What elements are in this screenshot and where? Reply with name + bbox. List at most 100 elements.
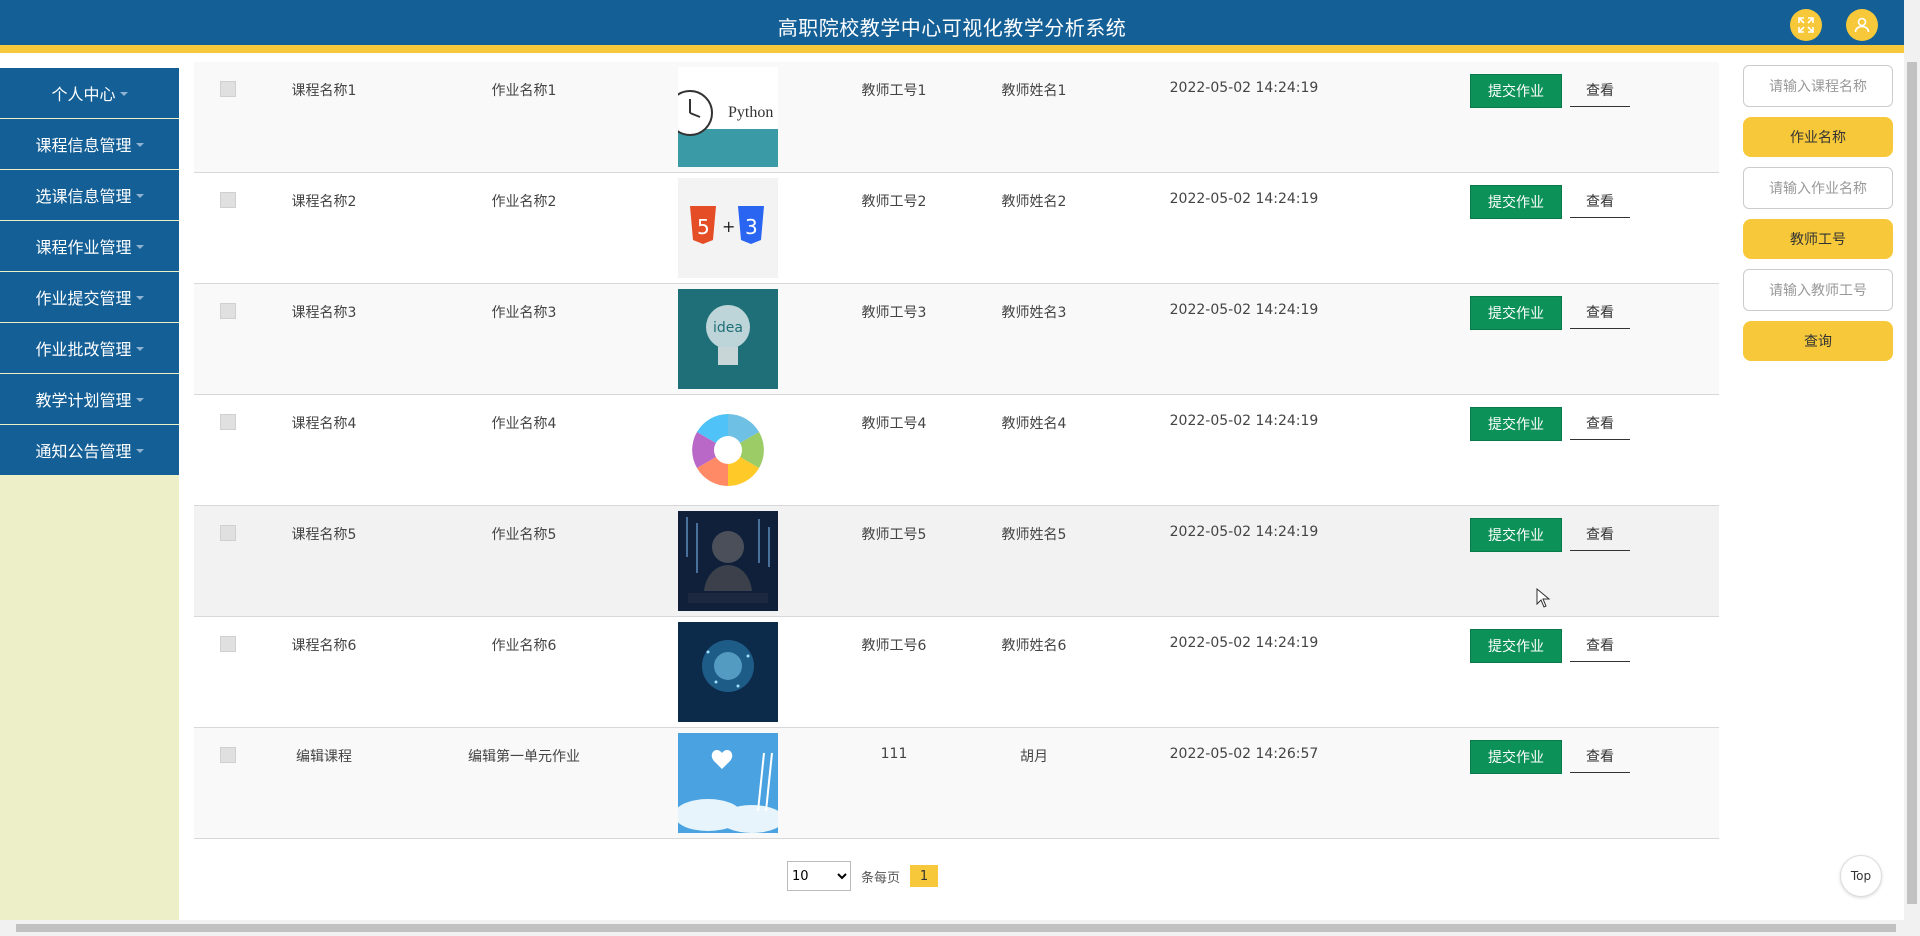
user-button[interactable] — [1846, 9, 1878, 41]
homework-name: 编辑第一单元作业 — [468, 749, 580, 765]
chevron-down-icon — [135, 449, 144, 453]
created-time: 2022-05-02 14:26:57 — [1169, 746, 1319, 762]
homework-image — [678, 400, 778, 500]
submit-homework-button[interactable]: 提交作业 — [1470, 518, 1562, 552]
created-time: 2022-05-02 14:24:19 — [1169, 413, 1319, 429]
horizontal-scrollbar[interactable] — [0, 920, 1904, 936]
sidebar-item-label: 作业提交管理 — [35, 289, 132, 308]
per-page-label: 条每页 — [861, 870, 901, 886]
created-time: 2022-05-02 14:24:19 — [1169, 635, 1319, 651]
submit-homework-button[interactable]: 提交作业 — [1470, 74, 1562, 108]
table-row: 课程名称5 作业名称5 教师工号5 教师姓名5 2022-05-02 14:24… — [194, 506, 1719, 617]
teacher-name: 教师姓名3 — [1001, 305, 1067, 321]
course-name-input[interactable]: 请输入课程名称 — [1743, 65, 1893, 107]
chevron-down-icon — [135, 194, 144, 198]
course-name: 课程名称2 — [291, 194, 357, 210]
view-button[interactable]: 查看 — [1570, 74, 1630, 107]
sidebar-item-homework-grading[interactable]: 作业批改管理 — [0, 323, 179, 373]
page-size-select[interactable]: 10 — [787, 861, 851, 891]
submit-homework-button[interactable]: 提交作业 — [1470, 629, 1562, 663]
created-time: 2022-05-02 14:24:19 — [1169, 302, 1319, 318]
row-checkbox[interactable] — [220, 747, 236, 763]
sidebar-item-label: 个人中心 — [51, 85, 116, 104]
created-time: 2022-05-02 14:24:19 — [1169, 80, 1319, 96]
row-checkbox[interactable] — [220, 192, 236, 208]
teacher-name: 教师姓名6 — [1001, 638, 1067, 654]
row-checkbox[interactable] — [220, 303, 236, 319]
homework-name: 作业名称1 — [491, 83, 557, 99]
view-button[interactable]: 查看 — [1570, 296, 1630, 329]
created-time: 2022-05-02 14:24:19 — [1169, 191, 1319, 207]
page-number-button[interactable]: 1 — [910, 865, 939, 887]
homework-image — [678, 733, 778, 833]
view-button[interactable]: 查看 — [1570, 407, 1630, 440]
view-button[interactable]: 查看 — [1570, 740, 1630, 773]
homework-name-input[interactable]: 请输入作业名称 — [1743, 167, 1893, 209]
table-row: 课程名称4 作业名称4 教师工号4 教师姓名4 2022-05-02 14:24… — [194, 395, 1719, 506]
teacher-name: 胡月 — [1020, 749, 1048, 765]
scrollbar-thumb[interactable] — [16, 924, 1896, 932]
sidebar-item-label: 选课信息管理 — [35, 187, 132, 206]
homework-name: 作业名称5 — [491, 527, 557, 543]
sidebar-item-notice[interactable]: 通知公告管理 — [0, 425, 179, 475]
sidebar-item-course-homework[interactable]: 课程作业管理 — [0, 221, 179, 271]
submit-homework-button[interactable]: 提交作业 — [1470, 407, 1562, 441]
table-row: 课程名称1 作业名称1 Python 教师工号1 教师姓名1 2022-05-0… — [194, 62, 1719, 173]
homework-image: idea — [678, 289, 778, 389]
sidebar-item-personal-center[interactable]: 个人中心 — [0, 68, 179, 118]
table-row: 课程名称2 作业名称2 5 +3 教师工号2 教师姓名2 2022-05-02 1… — [194, 173, 1719, 284]
sidebar-item-homework-submission[interactable]: 作业提交管理 — [0, 272, 179, 322]
homework-name-label: 作业名称 — [1743, 117, 1893, 157]
row-checkbox[interactable] — [220, 414, 236, 430]
svg-text:+: + — [722, 217, 735, 236]
table-row: 课程名称3 作业名称3 idea 教师工号3 教师姓名3 2022-05-02 … — [194, 284, 1719, 395]
chevron-down-icon — [119, 92, 128, 96]
chevron-down-icon — [135, 347, 144, 351]
submit-homework-button[interactable]: 提交作业 — [1470, 296, 1562, 330]
image-caption: idea — [713, 320, 743, 336]
chevron-down-icon — [135, 245, 144, 249]
svg-text:5: 5 — [697, 215, 710, 239]
sidebar-item-label: 课程作业管理 — [35, 238, 132, 257]
back-to-top-button[interactable]: Top — [1840, 855, 1882, 897]
sidebar-item-label: 通知公告管理 — [35, 442, 132, 461]
sidebar-item-label: 教学计划管理 — [35, 391, 132, 410]
chevron-down-icon — [135, 296, 144, 300]
fullscreen-button[interactable] — [1790, 9, 1822, 41]
header-accent-bar — [0, 45, 1904, 53]
svg-text:3: 3 — [745, 215, 758, 239]
view-button[interactable]: 查看 — [1570, 185, 1630, 218]
homework-image — [678, 622, 778, 722]
view-button[interactable]: 查看 — [1570, 518, 1630, 551]
user-icon — [1854, 17, 1870, 33]
search-button[interactable]: 查询 — [1743, 321, 1893, 361]
course-name: 课程名称5 — [291, 527, 357, 543]
submit-homework-button[interactable]: 提交作业 — [1470, 740, 1562, 774]
homework-image — [678, 511, 778, 611]
teacher-id: 教师工号5 — [861, 527, 927, 543]
sidebar-item-course-selection[interactable]: 选课信息管理 — [0, 170, 179, 220]
course-name: 课程名称1 — [291, 83, 357, 99]
fullscreen-icon — [1798, 17, 1814, 33]
sidebar-item-course-info[interactable]: 课程信息管理 — [0, 119, 179, 169]
teacher-name: 教师姓名1 — [1001, 83, 1067, 99]
sidebar-item-label: 课程信息管理 — [35, 136, 132, 155]
row-checkbox[interactable] — [220, 636, 236, 652]
row-checkbox[interactable] — [220, 525, 236, 541]
teacher-name: 教师姓名4 — [1001, 416, 1067, 432]
teacher-name: 教师姓名2 — [1001, 194, 1067, 210]
view-button[interactable]: 查看 — [1570, 629, 1630, 662]
teacher-id: 教师工号2 — [861, 194, 927, 210]
sidebar: 个人中心 课程信息管理 选课信息管理 课程作业管理 作业提交管理 作业批改管理 … — [0, 68, 179, 920]
sidebar-item-teaching-plan[interactable]: 教学计划管理 — [0, 374, 179, 424]
vertical-scrollbar[interactable] — [1904, 0, 1920, 936]
scrollbar-thumb[interactable] — [1907, 62, 1917, 904]
submit-homework-button[interactable]: 提交作业 — [1470, 185, 1562, 219]
row-checkbox[interactable] — [220, 81, 236, 97]
course-name: 课程名称4 — [291, 416, 357, 432]
teacher-id: 111 — [880, 746, 908, 762]
homework-table: 课程名称1 作业名称1 Python 教师工号1 教师姓名1 2022-05-0… — [194, 62, 1719, 839]
course-name: 课程名称3 — [291, 305, 357, 321]
teacher-id-input[interactable]: 请输入教师工号 — [1743, 269, 1893, 311]
table-row: 编辑课程 编辑第一单元作业 111 胡月 2022-05-02 14:26:57… — [194, 728, 1719, 839]
